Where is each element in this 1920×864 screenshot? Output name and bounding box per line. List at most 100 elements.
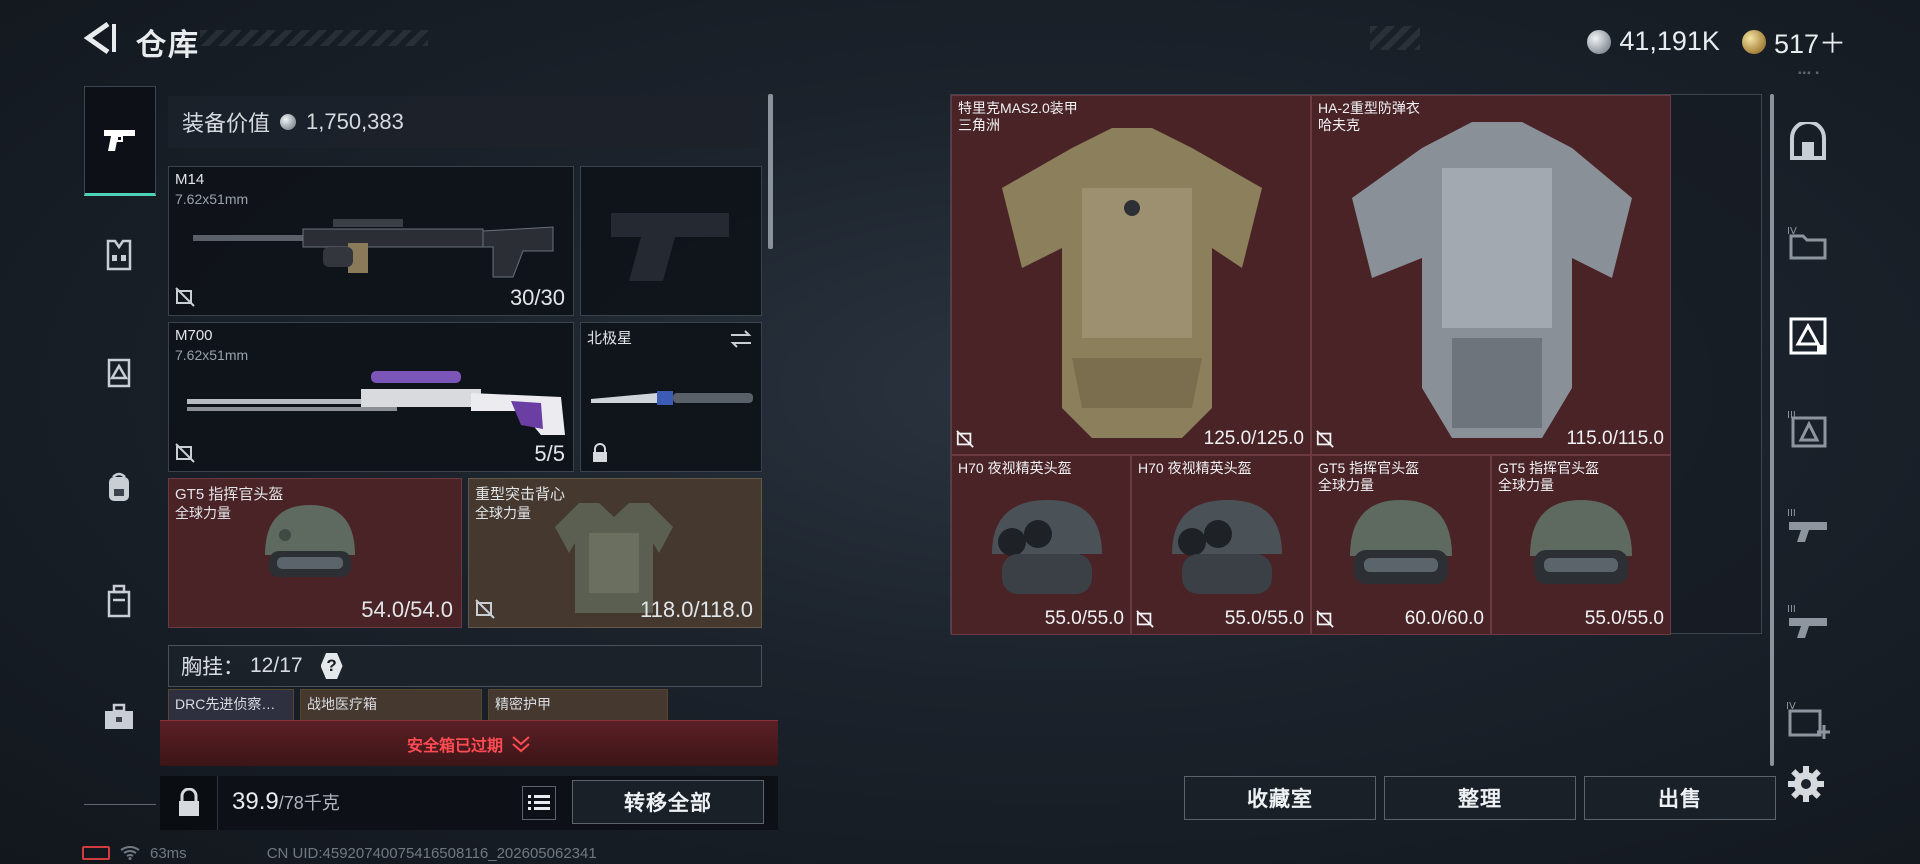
storage-item[interactable]: H70 夜视精英头盔 55.0/55.0: [1131, 455, 1311, 635]
helmet-icon: [265, 505, 355, 577]
pistol-silhouette-icon: [611, 213, 729, 281]
swap-arrows-icon[interactable]: [729, 329, 753, 349]
equipment-value-bar: 装备价值 1,750,383: [168, 96, 760, 148]
gold-amount: 517＋: [1773, 29, 1846, 59]
rig-item-name: 精密护甲: [495, 696, 551, 712]
currency-display: 41,191K 517＋: [1587, 22, 1846, 61]
m14-rifle-icon: [193, 219, 554, 278]
tab-armor-filter[interactable]: [1784, 312, 1832, 360]
silver-coin-icon: [1587, 29, 1612, 54]
item-durability: 60.0/60.0: [1404, 608, 1484, 629]
weapon-name: M700: [175, 327, 213, 344]
weight-display: 39.9/78千克: [232, 788, 340, 816]
category-weapons[interactable]: [84, 86, 156, 196]
category-armor[interactable]: [90, 344, 148, 402]
vest-icon: [106, 239, 132, 271]
ping-display: 63ms: [150, 844, 187, 862]
storage-armor-icon: III: [1787, 410, 1827, 448]
lock-icon: [593, 443, 607, 462]
svg-text:III: III: [1787, 508, 1796, 519]
storage-item[interactable]: H70 夜视精英头盔 55.0/55.0: [951, 455, 1131, 635]
storage-tabs-rail: IV III III III IV: [1776, 94, 1840, 814]
armor-triangle-icon: [107, 358, 131, 388]
item-name: H70 夜视精英头盔: [958, 460, 1072, 476]
category-vest[interactable]: [90, 226, 148, 284]
equipment-value-label: 装备价值: [182, 111, 271, 136]
helmet-faction: 全球力量: [175, 505, 231, 521]
category-backpack[interactable]: [90, 458, 148, 516]
tab-storage-iii-gun2[interactable]: III: [1784, 598, 1832, 646]
armor-durability: 118.0/118.0: [640, 597, 753, 622]
list-view-button[interactable]: [522, 786, 556, 820]
equipment-value: 1,750,383: [306, 109, 404, 134]
safe-box-expired-banner[interactable]: 安全箱已过期: [160, 720, 778, 766]
armor-faction: 全球力量: [475, 505, 531, 521]
toolbox-icon: [105, 703, 133, 729]
safehouse-icon: [1790, 122, 1826, 160]
gt5-helmet-icon: [1530, 500, 1632, 584]
tab-storage-iv[interactable]: IV: [1784, 218, 1832, 266]
gold-currency[interactable]: 517＋: [1741, 22, 1846, 61]
settings-gear-icon[interactable]: [1786, 764, 1826, 804]
equipment-scrollbar[interactable]: [768, 94, 773, 249]
storage-item[interactable]: GT5 指挥官头盔 全球力量 60.0/60.0: [1311, 455, 1491, 635]
rail-decoration: ▪▪▪ ▪: [1798, 68, 1820, 79]
chest-rig-label: 胸挂：: [181, 656, 244, 679]
grey-armor-icon: [1352, 122, 1632, 438]
top-bar: 仓库 41,191K 517＋: [0, 0, 1920, 80]
collection-room-button[interactable]: 收藏室: [1184, 776, 1376, 820]
pistol-slot-empty[interactable]: [580, 166, 762, 316]
no-insurance-icon: [175, 443, 195, 463]
item-durability: 115.0/115.0: [1566, 428, 1664, 449]
storage-scrollbar[interactable]: [1770, 94, 1774, 766]
back-arrow-icon[interactable]: [80, 18, 120, 58]
storage-gun-icon: III: [1787, 508, 1827, 542]
storage-item[interactable]: 特里克MAS2.0装甲 三角洲 125.0/125.0: [951, 95, 1311, 455]
silver-coin-icon: [280, 114, 297, 130]
no-insurance-icon: [1316, 610, 1334, 628]
item-durability: 55.0/55.0: [1224, 608, 1304, 629]
nvg-helmet-icon: [1172, 500, 1282, 594]
item-durability: 55.0/55.0: [1044, 608, 1124, 629]
weapon-ammo: 30/30: [509, 285, 565, 310]
tab-storage-iv-add[interactable]: IV: [1784, 696, 1832, 744]
list-icon: [528, 795, 550, 810]
silver-amount: 41,191K: [1619, 26, 1720, 56]
weight-lock-icon: [178, 788, 199, 816]
tab-storage-iii-armor[interactable]: III: [1784, 404, 1832, 452]
chest-rig-bar[interactable]: 胸挂： 12/17 ?: [168, 645, 762, 687]
storage-add-icon: IV: [1786, 701, 1830, 739]
no-insurance-icon: [475, 599, 495, 619]
pistol-icon: [104, 130, 135, 151]
storage-actions: 收藏室 整理 出售: [1184, 776, 1776, 820]
no-insurance-icon: [1316, 430, 1334, 448]
primary-weapon-slot-2[interactable]: M700 7.62x51mm 5/5: [168, 322, 574, 472]
sell-button[interactable]: 出售: [1584, 776, 1776, 820]
tab-safehouse[interactable]: [1784, 118, 1832, 166]
storage-gun2-icon: III: [1787, 604, 1827, 638]
camo-armor-icon: [1002, 128, 1262, 438]
transfer-all-button[interactable]: 转移全部: [572, 780, 764, 824]
armor-filter-icon: [1789, 317, 1827, 355]
helmet-slot[interactable]: GT5 指挥官头盔 全球力量 54.0/54.0: [168, 478, 462, 628]
melee-name: 北极星: [587, 330, 633, 347]
user-uid: CN UID:45920740075416508116_202605062341: [266, 844, 597, 862]
helmet-durability: 54.0/54.0: [361, 597, 453, 622]
m700-rifle-icon: [187, 371, 565, 435]
tab-storage-iii-gun[interactable]: III: [1784, 502, 1832, 550]
rig-item-name: 战地医疗箱: [307, 696, 377, 712]
double-chevron-down-icon: [512, 735, 530, 752]
primary-weapon-slot-1[interactable]: M14 7.62x51mm 30/30: [168, 166, 574, 316]
nvg-helmet-icon: [992, 500, 1102, 594]
storage-item[interactable]: HA-2重型防弹衣 哈夫克 115.0/115.0: [1311, 95, 1671, 455]
storage-item[interactable]: GT5 指挥官头盔 全球力量 55.0/55.0: [1491, 455, 1671, 635]
armor-slot[interactable]: 重型突击背心 全球力量 118.0/118.0: [468, 478, 762, 628]
silver-currency[interactable]: 41,191K: [1587, 26, 1720, 57]
melee-slot[interactable]: 北极星: [580, 322, 762, 472]
organize-button[interactable]: 整理: [1384, 776, 1576, 820]
category-pouch[interactable]: [90, 572, 148, 630]
weapon-caliber: 7.62x51mm: [175, 191, 249, 207]
help-icon[interactable]: ?: [320, 653, 343, 679]
category-toolbox[interactable]: [90, 688, 148, 746]
weight-lock-button[interactable]: [160, 776, 218, 830]
